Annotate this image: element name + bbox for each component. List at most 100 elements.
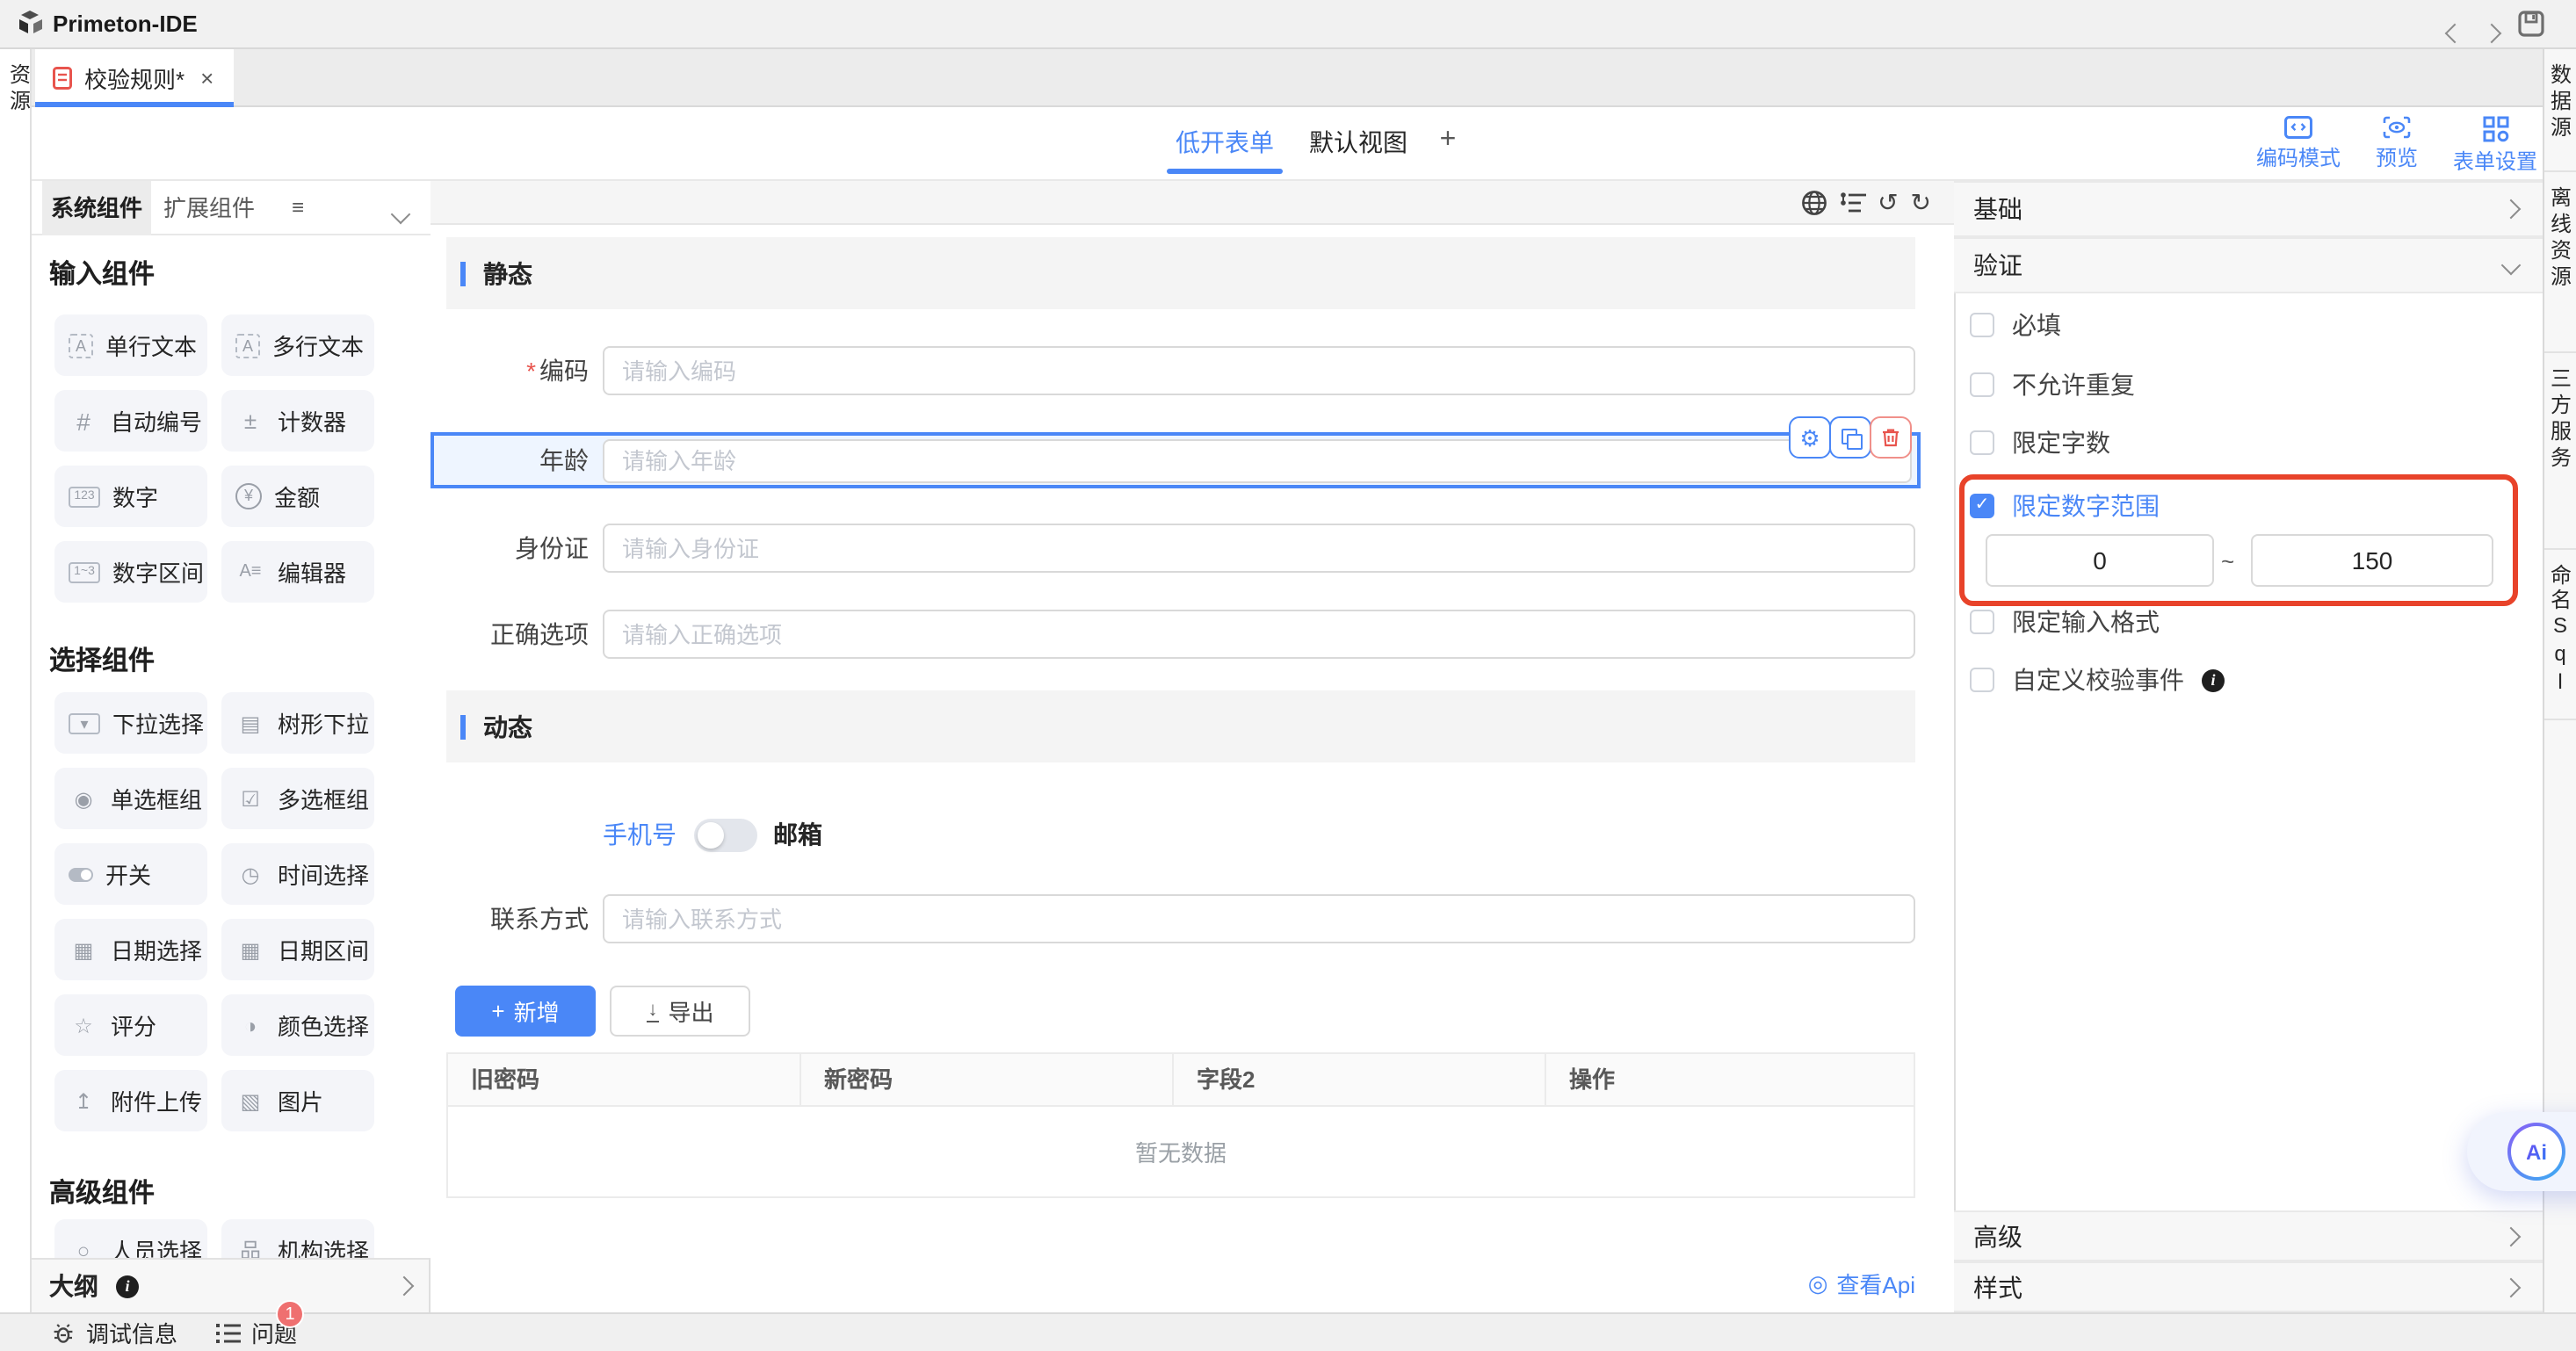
checkbox-limit-input-format[interactable]: 限定输入格式 [1970, 606, 2160, 638]
palette-item-date-picker[interactable]: ▦日期选择 [54, 919, 207, 980]
idcard-input[interactable] [603, 524, 1915, 573]
undo-icon[interactable]: ↺ [1878, 190, 1898, 214]
inspector-section-basic[interactable]: 基础 [1954, 181, 2543, 237]
checkbox-custom-validation-event[interactable]: 自定义校验事件 i [1970, 664, 2225, 696]
palette-item-editor[interactable]: A≡编辑器 [221, 541, 374, 603]
globe-icon[interactable] [1800, 189, 1827, 215]
save-icon[interactable] [2518, 11, 2544, 37]
inspector-section-validation[interactable]: 验证 [1954, 237, 2543, 293]
preview-button[interactable]: 预览 [2365, 116, 2428, 172]
forward-icon[interactable] [2485, 18, 2499, 49]
palette-item-single-line-text[interactable]: A单行文本 [54, 314, 207, 376]
palette-item-multi-line-text[interactable]: A多行文本 [221, 314, 374, 376]
palette-item-switch[interactable]: 开关 [54, 843, 207, 905]
dock-tab-named-sql[interactable]: 命名Sql [2544, 550, 2576, 720]
dock-tab-third-party-services[interactable]: 三方服务 [2544, 353, 2576, 550]
multi-line-text-icon: A [235, 333, 260, 358]
toggle-label-email[interactable]: 邮箱 [773, 819, 822, 852]
single-line-text-icon: A [69, 333, 93, 358]
palette-item-auto-number[interactable]: #自动编号 [54, 390, 207, 452]
palette-item-image[interactable]: ▧图片 [221, 1070, 374, 1131]
table-header-row: 旧密码 新密码 字段2 操作 [446, 1052, 1915, 1107]
left-dock-strip: 资源 [0, 49, 32, 1312]
palette-item-attachment-upload[interactable]: ↥附件上传 [54, 1070, 207, 1131]
palette-menu-icon[interactable]: ≡ [292, 195, 304, 220]
close-icon[interactable]: × [200, 65, 213, 91]
date-picker-icon: ▦ [69, 937, 98, 962]
palette-item-rating[interactable]: ☆评分 [54, 994, 207, 1056]
checkbox-group-icon: ☑ [235, 786, 265, 811]
checkbox-no-duplicates[interactable]: 不允许重复 [1970, 369, 2135, 401]
add-row-button[interactable]: + 新增 [455, 986, 596, 1037]
form-settings-button[interactable]: 表单设置 [2448, 116, 2543, 176]
palette-tab-system[interactable]: 系统组件 [42, 181, 151, 239]
redo-icon[interactable]: ↻ [1911, 190, 1931, 214]
dock-tab-resources[interactable]: 资源 [4, 63, 35, 125]
age-input[interactable] [603, 439, 1912, 483]
range-min-input[interactable] [1986, 534, 2214, 587]
checkbox-limit-length[interactable]: 限定字数 [1970, 427, 2110, 459]
palette-item-counter[interactable]: ±计数器 [221, 390, 374, 452]
editor-icon: A≡ [235, 562, 265, 582]
chevron-down-icon [2501, 256, 2522, 276]
palette-item-radio-group[interactable]: ◉单选框组 [54, 768, 207, 829]
palette-item-time-picker[interactable]: ◷时间选择 [221, 843, 374, 905]
export-button[interactable]: ↓ 导出 [610, 986, 750, 1037]
checkbox-icon [1970, 610, 1994, 634]
person-icon: ○ [69, 1238, 98, 1258]
back-icon[interactable] [2448, 18, 2462, 49]
add-view-button[interactable]: + [1430, 125, 1465, 156]
palette-tab-extension[interactable]: 扩展组件 [155, 181, 264, 235]
correct-option-input[interactable] [603, 610, 1915, 659]
view-tab-default-view[interactable]: 默认视图 [1300, 125, 1416, 160]
chevron-right-icon [2501, 199, 2522, 220]
tab-validation-rules[interactable]: 校验规则* × [35, 49, 234, 107]
tab-title: 校验规则* [84, 61, 185, 95]
dock-tab-data-source[interactable]: 数据源 [2544, 49, 2576, 172]
checkbox-icon [1970, 668, 1994, 692]
outline-tree-icon[interactable] [1839, 191, 1865, 213]
inspector-section-style[interactable]: 样式 [1954, 1261, 2543, 1312]
ai-assistant-button[interactable]: Ai [2507, 1123, 2565, 1181]
number-icon: 123 [69, 486, 100, 507]
palette-item-tree-dropdown[interactable]: ▤树形下拉 [221, 692, 374, 754]
palette-item-person-select[interactable]: ○人员选择 [54, 1219, 207, 1258]
outline-row[interactable]: 大纲 i [32, 1258, 431, 1312]
checkbox-limit-number-range[interactable]: ✓ 限定数字范围 [1970, 490, 2160, 522]
section-header-dynamic[interactable]: 动态 [446, 690, 1915, 762]
checkbox-checked-icon: ✓ [1970, 494, 1994, 518]
code-mode-button[interactable]: 编码模式 [2251, 116, 2346, 172]
phone-email-toggle[interactable] [694, 819, 757, 852]
contact-input[interactable] [603, 894, 1915, 943]
field-delete-button[interactable] [1870, 416, 1912, 459]
palette-item-number-range[interactable]: 1~3数字区间 [54, 541, 207, 603]
tree-dropdown-icon: ▤ [235, 711, 265, 735]
debug-info-button[interactable]: 调试信息 [51, 1316, 177, 1349]
field-settings-button[interactable]: ⚙ [1789, 416, 1831, 459]
image-icon: ▧ [235, 1088, 265, 1113]
palette-item-color-picker[interactable]: ◑颜色选择 [221, 994, 374, 1056]
document-tab-bar [32, 49, 2543, 107]
checkbox-required[interactable]: 必填 [1970, 309, 2061, 341]
palette-collapse-icon[interactable] [394, 199, 408, 230]
toggle-label-phone[interactable]: 手机号 [603, 819, 677, 852]
section-header-static[interactable]: 静态 [446, 237, 1915, 309]
view-api-link[interactable]: ◎ 查看Api [1687, 1267, 1915, 1300]
palette-scroll-area[interactable]: 输入组件 A单行文本 A多行文本 #自动编号 ±计数器 123数字 ¥金额 1~… [32, 235, 431, 1258]
section-accent-bar [460, 261, 466, 285]
palette-item-dropdown[interactable]: ▾下拉选择 [54, 692, 207, 754]
palette-item-org-select[interactable]: 品机构选择 [221, 1219, 374, 1258]
primeton-ide-window: Primeton-IDE 资源 校验规则* × 低开表单 默认视图 + [0, 0, 2576, 1351]
palette-item-currency[interactable]: ¥金额 [221, 466, 374, 527]
range-max-input[interactable] [2251, 534, 2493, 587]
view-tab-lowcode-form[interactable]: 低开表单 [1167, 125, 1283, 160]
outline-expand-icon[interactable] [397, 1270, 411, 1302]
inspector-section-advanced[interactable]: 高级 [1954, 1210, 2543, 1261]
dropdown-icon: ▾ [69, 712, 100, 733]
dock-tab-offline-resources[interactable]: 离线资源 [2544, 172, 2576, 353]
palette-item-date-range[interactable]: ▦日期区间 [221, 919, 374, 980]
palette-item-number[interactable]: 123数字 [54, 466, 207, 527]
field-copy-button[interactable] [1829, 416, 1871, 459]
palette-item-checkbox-group[interactable]: ☑多选框组 [221, 768, 374, 829]
code-input[interactable] [603, 346, 1915, 395]
